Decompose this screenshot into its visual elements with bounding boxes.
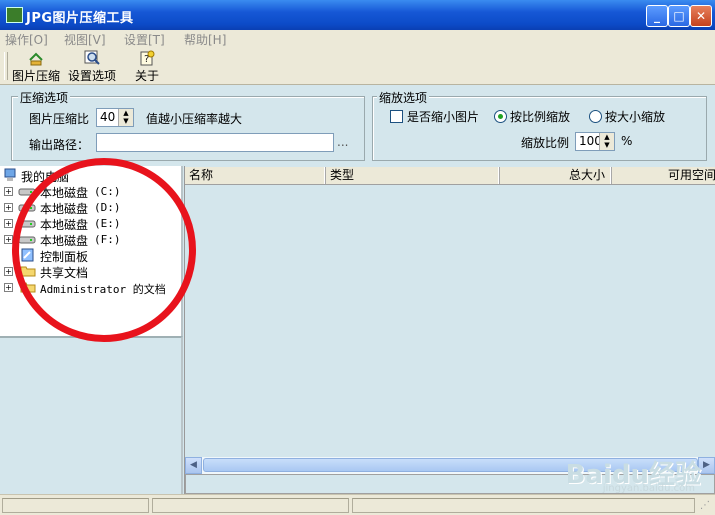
scale-options-title: 缩放选项 — [377, 89, 430, 106]
compress-icon — [28, 50, 44, 66]
shrink-checkbox[interactable] — [390, 110, 403, 123]
ratio-hint: 值越小压缩率越大 — [146, 112, 243, 126]
column-name[interactable]: 名称 — [185, 167, 326, 184]
spinner-arrows-icon[interactable]: ▲ ▼ — [599, 133, 614, 150]
status-bar: ⋰ — [0, 494, 715, 515]
computer-icon — [3, 168, 19, 181]
scale-spinner[interactable]: 100 ▲ ▼ — [575, 132, 615, 151]
expand-icon[interactable]: + — [4, 219, 13, 228]
browse-button[interactable]: ... — [337, 135, 348, 149]
column-type[interactable]: 类型 — [326, 167, 500, 184]
options-panel: 压缩选项 图片压缩比 40 ▲ ▼ 值越小压缩率越大 输出路径： ... 缩放选项… — [0, 85, 715, 166]
shrink-label: 是否缩小图片 — [407, 110, 480, 124]
preview-pane — [0, 336, 183, 496]
menu-bar: 操作[O] 视图[V] 设置[T] 帮助[H] — [0, 30, 715, 49]
spinner-arrows-icon[interactable]: ▲ ▼ — [118, 109, 133, 126]
ratio-value: 40 — [100, 110, 116, 124]
compress-label: 图片压缩 — [12, 69, 61, 83]
percent-sign: % — [621, 134, 633, 148]
toolbar: 图片压缩 设置选项 ? 关于 — [0, 48, 715, 85]
expand-icon[interactable]: + — [4, 203, 13, 212]
column-total-size[interactable]: 总大小 — [500, 167, 612, 184]
close-button[interactable]: ✕ — [690, 5, 712, 27]
scroll-left-icon[interactable]: ◀ — [185, 457, 202, 474]
scale-label: 缩放比例 — [521, 136, 570, 150]
window-title: JPG图片压缩工具 — [26, 11, 134, 26]
annotation-circle — [12, 158, 196, 342]
output-path-field[interactable] — [96, 133, 334, 152]
by-ratio-label: 按比例缩放 — [510, 110, 571, 124]
about-icon: ? — [139, 50, 155, 66]
watermark-url: jingyan.baidu.com — [602, 483, 695, 494]
settings-label: 设置选项 — [68, 69, 117, 83]
status-segment-2 — [152, 498, 349, 513]
compress-options-group: 压缩选项 图片压缩比 40 ▲ ▼ 值越小压缩率越大 输出路径： ... — [11, 89, 365, 161]
file-list-header: 名称 类型 总大小 可用空间 — [185, 167, 715, 185]
menu-operate[interactable]: 操作[O] — [5, 31, 48, 48]
by-ratio-radio[interactable] — [494, 110, 507, 123]
output-path-label: 输出路径： — [29, 138, 90, 152]
title-bar: JPG图片压缩工具 _ □ ✕ — [0, 0, 715, 30]
resize-grip-icon[interactable]: ⋰ — [700, 500, 710, 511]
status-segment-1 — [2, 498, 149, 513]
menu-settings[interactable]: 设置[T] — [124, 31, 165, 48]
app-icon — [6, 7, 23, 23]
column-free-space[interactable]: 可用空间 — [612, 167, 715, 184]
about-button[interactable]: ? 关于 — [135, 50, 159, 84]
file-list — [184, 166, 715, 494]
compress-button[interactable]: 图片压缩 — [12, 50, 60, 84]
expand-icon[interactable]: + — [4, 187, 13, 196]
scale-options-group: 缩放选项 是否缩小图片 按比例缩放 按大小缩放 缩放比例 100 ▲ ▼ % — [372, 89, 707, 161]
compress-options-title: 压缩选项 — [18, 89, 71, 106]
expand-icon[interactable]: + — [4, 267, 13, 276]
toolbar-grip — [4, 52, 8, 80]
settings-button[interactable]: 设置选项 — [68, 50, 116, 84]
ratio-spinner[interactable]: 40 ▲ ▼ — [96, 108, 134, 127]
by-size-label: 按大小缩放 — [605, 110, 666, 124]
status-segment-3 — [352, 498, 695, 513]
menu-help[interactable]: 帮助[H] — [184, 31, 226, 48]
minimize-button[interactable]: _ — [646, 5, 668, 27]
by-size-radio[interactable] — [589, 110, 602, 123]
about-label: 关于 — [135, 69, 160, 83]
ratio-label: 图片压缩比 — [29, 112, 90, 126]
magnifier-icon — [84, 50, 100, 66]
maximize-button[interactable]: □ — [668, 5, 690, 27]
expand-icon[interactable]: + — [4, 283, 13, 292]
menu-view[interactable]: 视图[V] — [64, 31, 106, 48]
